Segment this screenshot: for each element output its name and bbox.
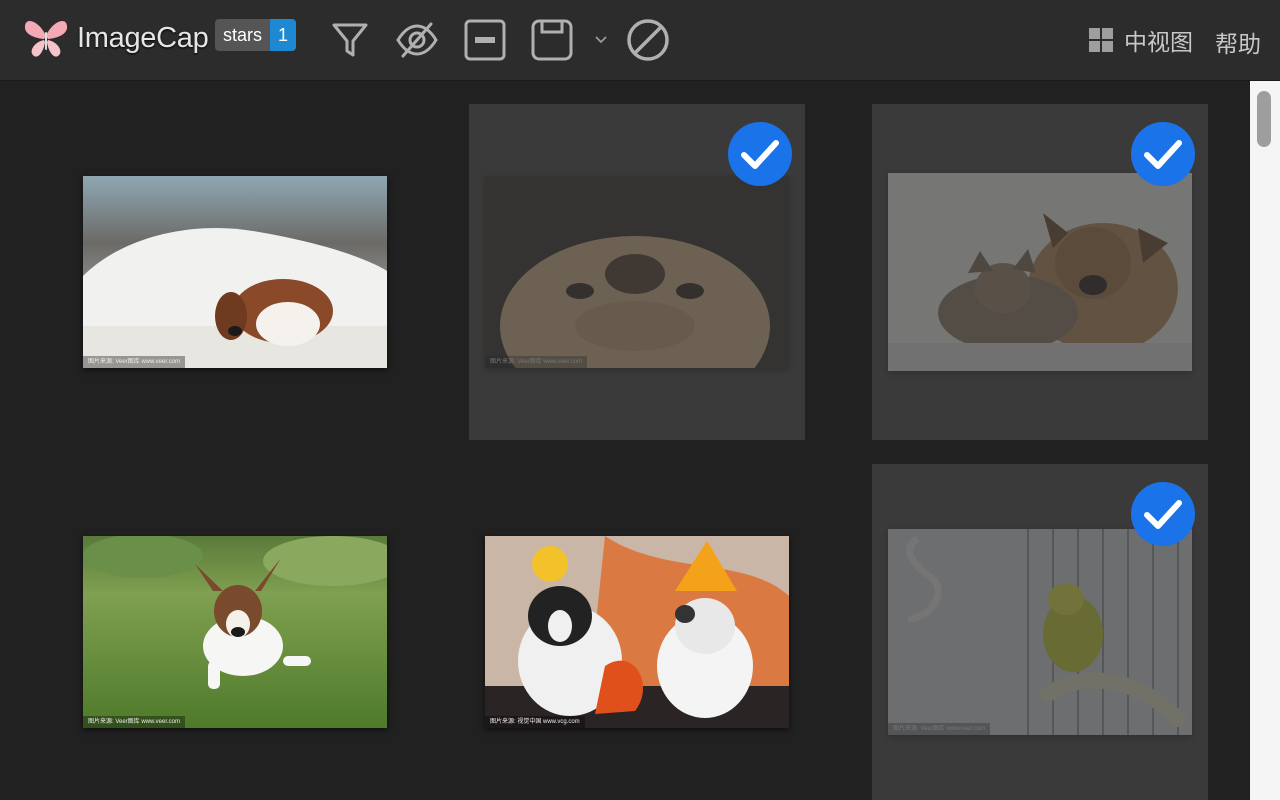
check-icon [728, 122, 792, 186]
chevron-down-icon [595, 36, 607, 44]
image-card[interactable]: 图片来源: Veer图库 www.veer.com [67, 104, 403, 440]
stars-badge[interactable]: stars 1 [215, 19, 297, 51]
image-card[interactable]: 图片来源: Veer图库 www.veer.com [469, 104, 805, 440]
image-watermark: 图片来源: Veer图库 www.veer.com [485, 356, 588, 368]
image-thumbnail: 图片来源: Veer图库 www.veer.com [485, 176, 789, 368]
save-menu-dropdown[interactable] [590, 18, 612, 62]
filter-button[interactable] [328, 18, 372, 62]
vertical-scrollbar[interactable] [1250, 81, 1280, 800]
image-thumbnail [888, 173, 1192, 371]
image-thumbnail: 图片来源: Veer图库 www.veer.com [888, 529, 1192, 735]
grid-icon [1089, 28, 1113, 52]
butterfly-logo-icon [24, 21, 68, 57]
save-button[interactable] [530, 18, 574, 62]
hide-button[interactable] [395, 18, 439, 62]
image-watermark: 图片来源: Veer图库 www.veer.com [888, 723, 991, 735]
badge-label: stars [215, 19, 271, 51]
check-icon [1131, 482, 1195, 546]
toolbar: ImageCap stars 1 中视图 帮助 [0, 0, 1280, 81]
image-watermark: 图片来源: Veer图库 www.veer.com [83, 356, 186, 368]
view-size-label: 中视图 [1124, 30, 1193, 56]
deselect-button[interactable] [463, 18, 507, 62]
scrollbar-thumb[interactable] [1257, 91, 1271, 147]
check-icon [1131, 122, 1195, 186]
image-card[interactable]: 图片来源: Veer图库 www.veer.com [872, 464, 1208, 800]
save-icon [531, 19, 573, 61]
eye-off-icon [396, 22, 438, 58]
image-thumbnail: 图片来源: Veer图库 www.veer.com [83, 536, 387, 728]
image-card[interactable]: 图片来源: Veer图库 www.veer.com [67, 464, 403, 800]
image-card[interactable] [872, 104, 1208, 440]
image-thumbnail: 图片来源: Veer图库 www.veer.com [83, 176, 387, 368]
image-card[interactable]: 图片来源: 视觉中国 www.vcg.com [469, 464, 805, 800]
help-link[interactable]: 帮助 [1215, 25, 1261, 59]
badge-count: 1 [270, 19, 297, 51]
block-icon [627, 19, 669, 61]
image-gallery: 图片来源: Veer图库 www.veer.com 图片来源: Veer图库 w… [0, 81, 1250, 800]
app-title: ImageCap [77, 22, 209, 54]
minus-box-icon [464, 19, 506, 61]
view-size-switch[interactable]: 中视图 [1088, 24, 1193, 56]
image-watermark: 图片来源: 视觉中国 www.vcg.com [485, 716, 585, 728]
image-thumbnail: 图片来源: 视觉中国 www.vcg.com [485, 536, 789, 728]
filter-icon [332, 23, 368, 57]
image-watermark: 图片来源: Veer图库 www.veer.com [83, 716, 186, 728]
block-button[interactable] [626, 18, 670, 62]
